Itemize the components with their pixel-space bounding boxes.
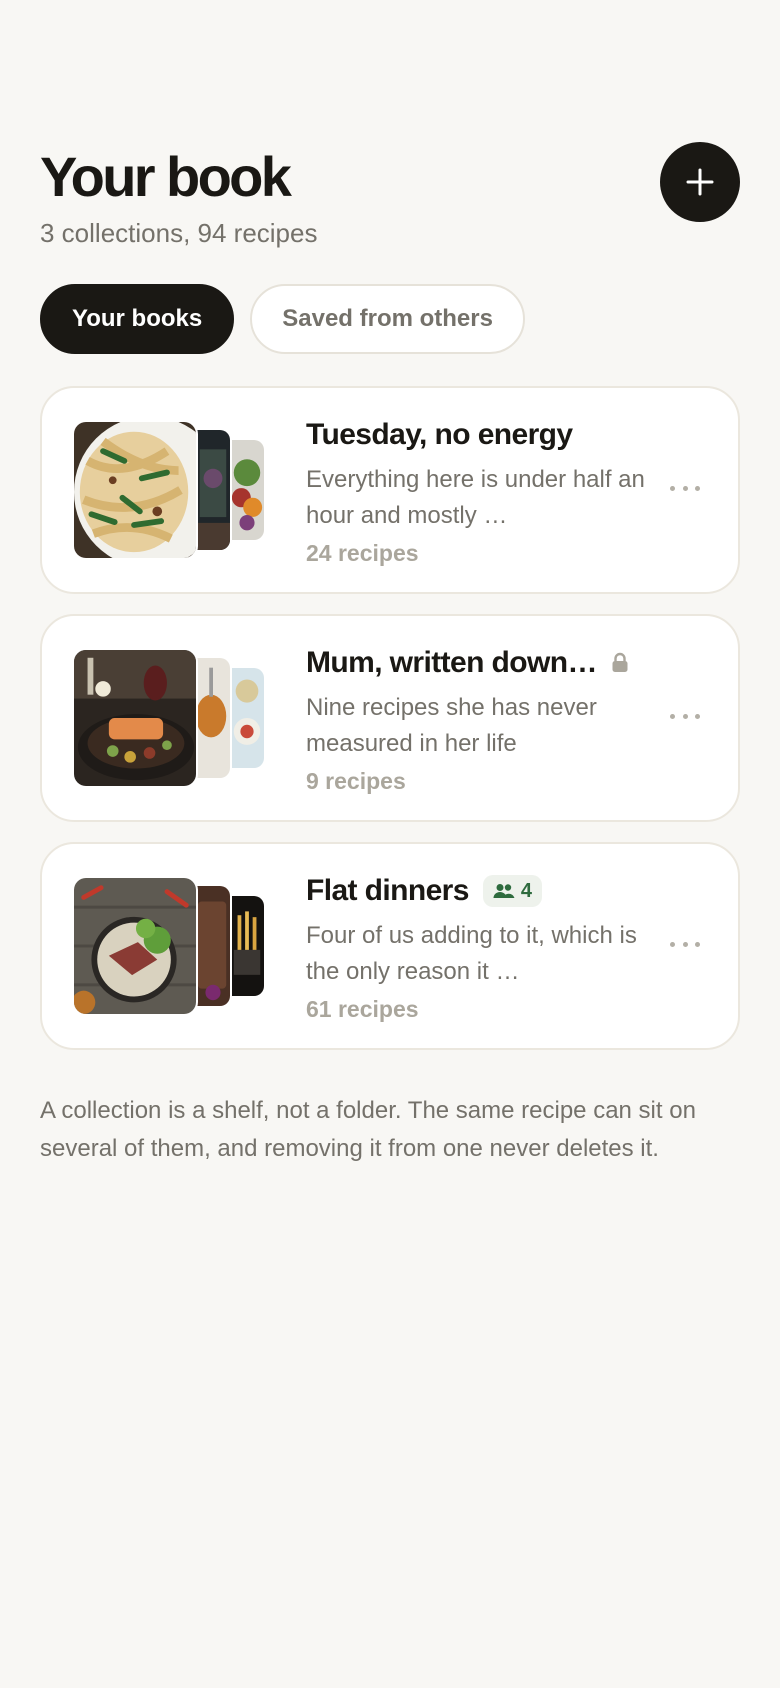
collection-info: Mum, written down… Nine recipes she has … (306, 644, 656, 795)
cover-photo-secondary (196, 656, 232, 780)
collection-title: Mum, written down… (306, 646, 597, 679)
recipe-count: 9 recipes (306, 768, 406, 794)
collection-tabs: Your books Saved from others (40, 284, 525, 354)
cover-stack (72, 876, 272, 1016)
collection-description: Everything here is under half an hour an… (306, 466, 645, 529)
collection-title: Tuesday, no energy (306, 418, 573, 451)
collection-title: Flat dinners (306, 874, 469, 907)
collection-list: Tuesday, no energy Everything here is un… (40, 386, 740, 1070)
cover-photo-tertiary (230, 438, 266, 542)
collection-info: Flat dinners 4 Four of us adding to it, … (306, 872, 656, 1023)
cover-photo-secondary (196, 884, 232, 1008)
more-options-button[interactable] (670, 932, 700, 956)
cover-photo-pasta (72, 420, 198, 560)
cover-photo-secondary (196, 428, 232, 552)
collections-help-text: A collection is a shelf, not a folder. T… (40, 1097, 696, 1162)
more-options-button[interactable] (670, 476, 700, 500)
ellipsis-icon (670, 713, 675, 719)
page-header: Your book 3 collections, 94 recipes (40, 146, 740, 250)
collection-description: Nine recipes she has never measured in h… (306, 694, 597, 757)
cover-photo-beef-bowl (72, 876, 198, 1016)
collection-info: Tuesday, no energy Everything here is un… (306, 416, 656, 567)
page-subtitle: 3 collections, 94 recipes (40, 218, 318, 248)
tab-saved-from-others[interactable]: Saved from others (250, 284, 525, 354)
tab-your-books[interactable]: Your books (40, 284, 235, 354)
ellipsis-dot (695, 485, 700, 491)
cover-photo-tertiary (230, 894, 266, 998)
ellipsis-dot (695, 941, 700, 947)
more-options-button[interactable] (670, 704, 700, 728)
cover-stack (72, 420, 272, 560)
ellipsis-dot (682, 941, 688, 947)
recipe-count: 61 recipes (306, 996, 419, 1022)
collection-card[interactable]: Flat dinners 4 Four of us adding to it, … (40, 842, 740, 1050)
collection-card[interactable]: Tuesday, no energy Everything here is un… (40, 386, 740, 594)
cover-stack (72, 648, 272, 788)
ellipsis-icon (670, 485, 675, 491)
cover-photo-salmon (72, 648, 198, 788)
ellipsis-dot (695, 713, 700, 719)
collection-card[interactable]: Mum, written down… Nine recipes she has … (40, 614, 740, 822)
people-icon (493, 884, 515, 898)
collection-title-row: Flat dinners 4 (306, 872, 656, 910)
collection-title-row: Tuesday, no energy (306, 416, 656, 454)
plus-icon (686, 168, 714, 196)
ellipsis-icon (670, 941, 675, 947)
members-badge: 4 (482, 875, 542, 907)
lock-icon (611, 652, 629, 674)
collection-title-row: Mum, written down… (306, 644, 656, 682)
recipe-count: 24 recipes (306, 540, 419, 566)
ellipsis-dot (682, 713, 688, 719)
cover-photo-tertiary (230, 666, 266, 770)
member-count: 4 (520, 879, 532, 902)
ellipsis-dot (682, 485, 688, 491)
page-title: Your book (40, 145, 292, 208)
add-collection-button[interactable] (660, 142, 740, 222)
collections-screen: Your book 3 collections, 94 recipes Your… (0, 0, 780, 1688)
collection-description: Four of us adding to it, which is the on… (306, 922, 637, 985)
